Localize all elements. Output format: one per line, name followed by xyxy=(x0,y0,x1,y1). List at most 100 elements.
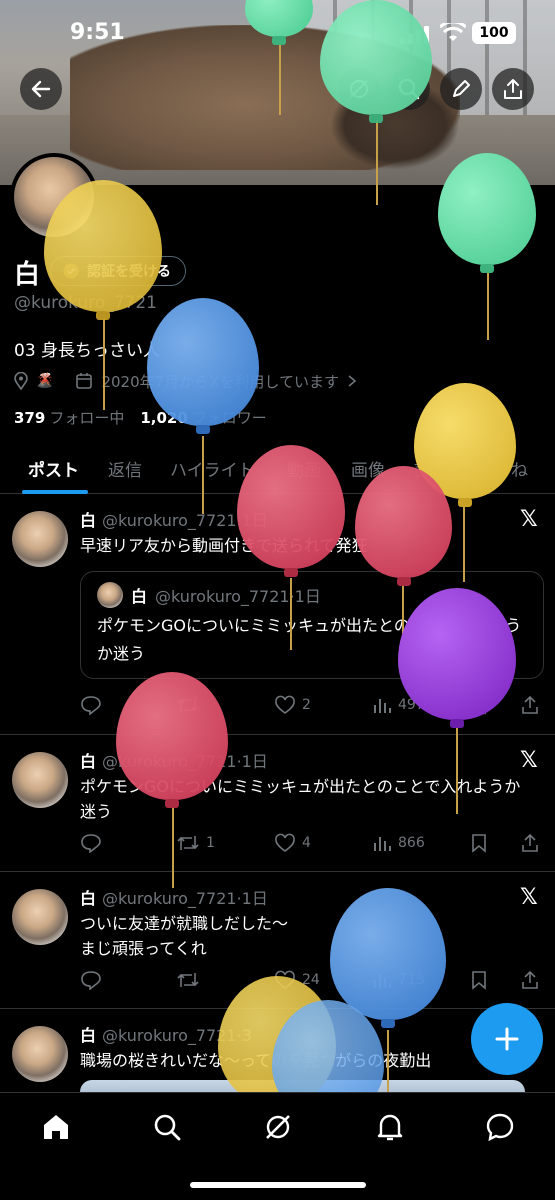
reply-button[interactable] xyxy=(80,833,102,853)
tab-media[interactable]: 画像 xyxy=(351,456,385,481)
post-header: 白 @kurokuro_7721·1日 xyxy=(80,511,268,530)
share-icon xyxy=(504,79,522,99)
tab-articles[interactable]: 記事 xyxy=(414,456,448,481)
post-avatar[interactable] xyxy=(12,1026,68,1082)
views-chart-icon xyxy=(374,699,391,713)
search-button[interactable] xyxy=(388,68,430,110)
views-button[interactable]: 866 xyxy=(372,833,425,853)
share-button[interactable] xyxy=(492,68,534,110)
home-icon xyxy=(44,1115,68,1139)
post-header: 白 @kurokuro_7721·3 xyxy=(80,1026,252,1045)
profile-tabs: ポスト 返信 ハイライト 動画 画像 記事 いいね xyxy=(0,444,555,494)
location-emoji: 🌋 xyxy=(36,373,54,389)
message-bubble-icon xyxy=(486,1113,514,1142)
tab-posts[interactable]: ポスト xyxy=(28,456,79,481)
tab-videos[interactable]: 動画 xyxy=(287,456,321,481)
reply-button[interactable] xyxy=(80,695,102,715)
get-verified-button[interactable]: 認証を受ける xyxy=(50,256,186,286)
profile-avatar[interactable] xyxy=(10,153,98,241)
calendar-icon xyxy=(76,373,93,389)
tab-replies[interactable]: 返信 xyxy=(108,456,142,481)
views-chart-icon xyxy=(374,837,391,851)
post-avatar[interactable] xyxy=(12,752,68,808)
retweet-button[interactable]: 1 xyxy=(176,833,215,853)
battery-indicator: 100 xyxy=(472,22,516,44)
share-post-button[interactable] xyxy=(520,833,540,853)
profile-name: 白 xyxy=(14,260,41,290)
back-button[interactable] xyxy=(20,68,62,110)
share-icon xyxy=(522,970,538,989)
share-post-button[interactable] xyxy=(520,695,540,715)
retweet-icon xyxy=(177,698,199,712)
plus-icon xyxy=(495,1027,519,1051)
heart-icon xyxy=(275,695,295,714)
post-text: 早速リア友から動画付きで送られて発狂 xyxy=(80,536,368,555)
views-button[interactable]: 713 xyxy=(372,970,425,990)
follow-stats: 379 フォロー中 1,020 フォロワー xyxy=(14,407,267,428)
followers-link[interactable]: 1,020 フォロワー xyxy=(140,407,266,428)
retweet-icon xyxy=(177,836,199,850)
retweet-button[interactable] xyxy=(176,695,206,715)
profile-meta: 🌋 2020年7月からXを利用しています xyxy=(14,370,357,392)
joined-date[interactable]: 2020年7月からXを利用しています xyxy=(101,371,339,392)
like-button[interactable]: 24 xyxy=(274,970,320,990)
like-button[interactable]: 4 xyxy=(274,833,311,853)
tab-highlights[interactable]: ハイライト xyxy=(170,456,255,481)
post-item[interactable]: 白 @kurokuro_7721·1日 𝕏 ついに友達が就職しだした〜 まじ頑張っ… xyxy=(0,873,555,1009)
bookmark-button[interactable] xyxy=(470,695,488,715)
edit-button[interactable] xyxy=(440,68,482,110)
get-verified-label: 認証を受ける xyxy=(87,264,171,280)
wifi-icon xyxy=(440,23,466,41)
nav-notifications[interactable] xyxy=(372,1109,408,1145)
nav-search[interactable] xyxy=(149,1109,185,1145)
nav-grok[interactable] xyxy=(260,1109,296,1145)
bookmark-icon xyxy=(472,971,486,990)
reply-icon xyxy=(81,696,101,715)
quote-text: ポケモンGOについにミミッキュが出たとのことで入れようか迷う xyxy=(97,616,522,663)
quote-avatar xyxy=(97,582,123,608)
like-button[interactable]: 2 xyxy=(274,695,311,715)
cellular-signal-icon xyxy=(400,26,429,44)
nav-home[interactable] xyxy=(38,1109,74,1145)
post-text: ついに友達が就職しだした〜 まじ頑張ってくれ xyxy=(80,914,289,958)
views-button[interactable]: 497 xyxy=(372,695,425,715)
profile-handle: @kurokuro_7721 xyxy=(14,293,157,313)
retweet-button[interactable] xyxy=(176,970,206,990)
tab-likes[interactable]: いいね xyxy=(477,456,528,481)
compose-post-button[interactable] xyxy=(471,1003,543,1075)
reply-button[interactable] xyxy=(80,970,102,990)
search-icon xyxy=(398,78,420,100)
bell-icon xyxy=(377,1114,403,1141)
bookmark-button[interactable] xyxy=(470,833,488,853)
post-header: 白 @kurokuro_7721·1日 xyxy=(80,889,268,908)
x-logo-icon: 𝕏 xyxy=(520,507,538,532)
bookmark-button[interactable] xyxy=(470,970,488,990)
retweet-icon xyxy=(177,973,199,987)
share-icon xyxy=(522,695,538,714)
post-text: ポケモンGOについにミミッキュが出たとのことで入れようか迷う xyxy=(80,777,521,821)
post-item[interactable]: 白 @kurokuro_7721·1日 𝕏 早速リア友から動画付きで送られて発狂 … xyxy=(0,495,555,735)
active-tab-indicator xyxy=(22,490,88,494)
following-link[interactable]: 379 フォロー中 xyxy=(14,407,124,428)
post-header: 白 @kurokuro_7721·1日 xyxy=(80,752,268,771)
quoted-post[interactable]: 白 @kurokuro_7721·1日 ポケモンGOについにミミッキュが出たとのこ… xyxy=(80,571,544,679)
reply-icon xyxy=(81,971,101,990)
views-chart-icon xyxy=(374,974,391,988)
x-logo-icon: 𝕏 xyxy=(520,885,538,910)
post-avatar[interactable] xyxy=(12,889,68,945)
post-text: 職場の桜きれいだな〜ってのを見ながらの夜勤出 xyxy=(80,1051,432,1070)
post-item[interactable]: 白 @kurokuro_7721·3 職場の桜きれいだな〜ってのを見ながらの夜勤出 xyxy=(0,1010,555,1110)
share-post-button[interactable] xyxy=(520,970,540,990)
search-icon xyxy=(154,1114,181,1141)
bookmark-icon xyxy=(472,834,486,853)
post-actions: 24 713 xyxy=(80,970,540,992)
heart-icon xyxy=(275,833,295,852)
chevron-right-icon xyxy=(348,375,357,387)
location-pin-icon xyxy=(14,372,28,390)
post-item[interactable]: 白 @kurokuro_7721·1日 𝕏 ポケモンGOについにミミッキュが出たと… xyxy=(0,736,555,872)
heart-icon xyxy=(275,970,295,989)
post-avatar[interactable] xyxy=(12,511,68,567)
grok-icon xyxy=(350,80,368,98)
grok-button[interactable] xyxy=(338,68,380,110)
nav-messages[interactable] xyxy=(482,1109,518,1145)
